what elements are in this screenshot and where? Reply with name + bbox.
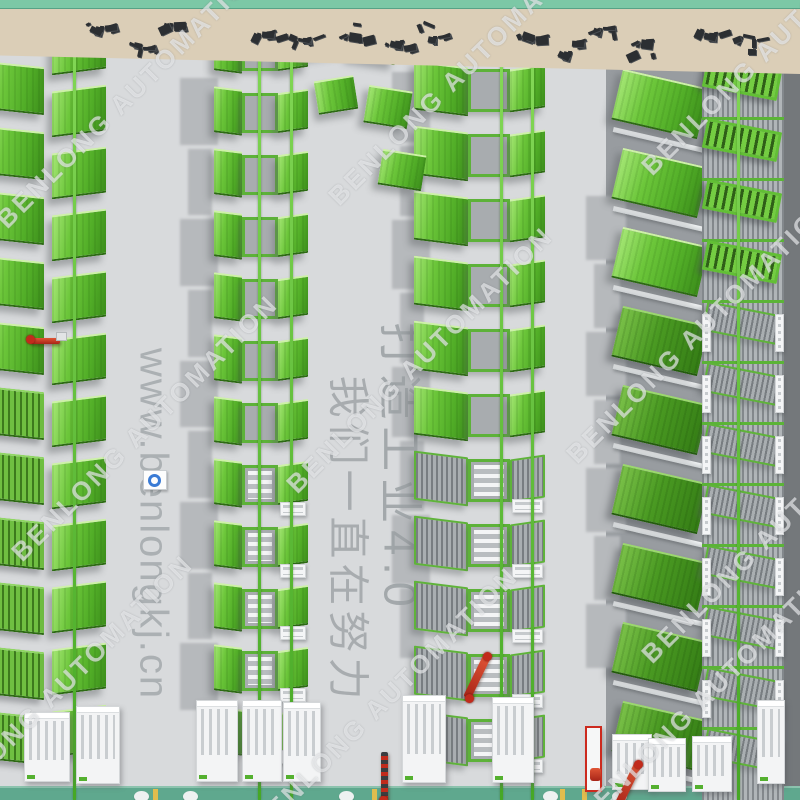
loading-station (692, 736, 732, 792)
loading-station (492, 697, 534, 783)
top-walkway-strip (0, 0, 800, 9)
debris-glyph (353, 22, 361, 26)
robot-joint (483, 652, 492, 661)
debris-glyph (572, 41, 584, 48)
debris-glyph (105, 24, 118, 31)
debris-glyph (640, 39, 653, 50)
debris-glyph (423, 21, 435, 28)
debris-glyph (358, 37, 362, 43)
debris-glyph (137, 48, 143, 58)
debris-glyph (262, 31, 274, 38)
debris-glyph (757, 37, 769, 42)
debris-glyph (718, 29, 731, 38)
robot-arm-bar (463, 655, 490, 700)
debris-glyph (536, 36, 548, 46)
debris-glyph (626, 50, 641, 63)
debris-glyph (362, 35, 376, 47)
debris-glyph (178, 27, 186, 30)
debris-glyph (275, 33, 288, 42)
robot-body (590, 768, 601, 781)
robot-joint (465, 694, 474, 703)
robot-arm-bar (381, 752, 388, 800)
robot-joint (634, 760, 643, 769)
robot-joint (26, 335, 35, 344)
debris-glyph (416, 24, 423, 34)
debris-glyph (752, 39, 756, 48)
loading-station (76, 706, 120, 784)
debris-glyph (650, 53, 655, 60)
loading-station (24, 712, 70, 782)
loading-station (242, 700, 282, 782)
loading-station (648, 738, 686, 792)
debris-glyph (86, 22, 91, 27)
robot-joint (379, 796, 388, 800)
loading-station (283, 702, 321, 782)
red-frame-station (585, 726, 602, 792)
loading-station (402, 695, 446, 783)
debris-glyph (143, 47, 155, 50)
props-layer (0, 0, 800, 800)
debris-glyph (313, 34, 325, 41)
loading-station (757, 700, 785, 784)
debris-glyph (603, 27, 615, 30)
debris-glyph (611, 31, 617, 41)
debris-glyph (427, 36, 436, 44)
logo-sign (143, 470, 167, 490)
loading-station (196, 700, 238, 782)
robot-base (56, 332, 67, 341)
factory-render: www.benlongkj.cn 打造工业4.0 我们一直在努力 BENLONG… (0, 0, 800, 800)
debris-glyph (748, 49, 756, 55)
